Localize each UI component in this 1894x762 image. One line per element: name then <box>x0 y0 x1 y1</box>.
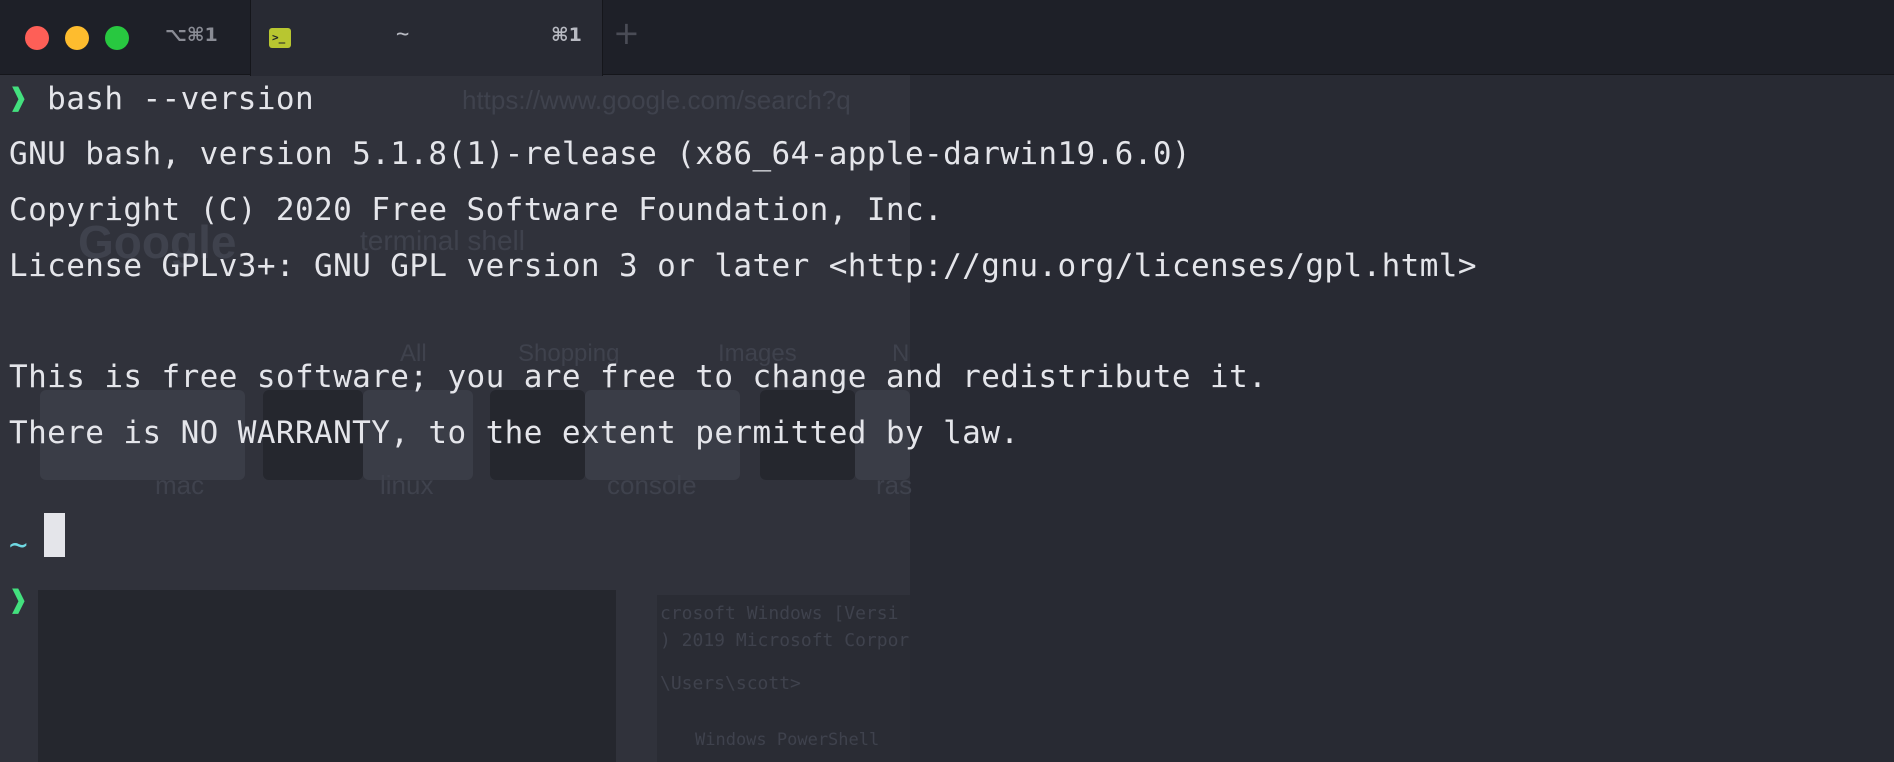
background-image-text-3: \Users\scott> <box>660 673 801 694</box>
background-image-1 <box>38 590 616 762</box>
command-text: bash --version <box>47 81 315 117</box>
zoom-window-button[interactable] <box>105 26 129 50</box>
output-line: GNU bash, version 5.1.8(1)-release (x86_… <box>9 136 1191 172</box>
background-url: https://www.google.com/search?q <box>462 85 851 115</box>
tab-shortcut-label: ⌘1 <box>551 24 582 46</box>
background-chip-console: console <box>607 470 697 500</box>
background-chip-mac: mac <box>155 470 205 500</box>
background-chip-linux: linux <box>380 470 434 500</box>
prompt-icon: ❱ <box>9 81 29 117</box>
background-image-text-1: crosoft Windows [Versi <box>660 603 899 624</box>
title-bar: ⌥⌘1 >_ ~ ⌘1 + <box>0 0 1894 76</box>
output-line: There is NO WARRANTY, to the extent perm… <box>9 415 1020 451</box>
text-cursor <box>44 513 65 557</box>
cwd-label: ~ <box>9 527 29 563</box>
background-image-text-4: Windows PowerShell <box>695 730 880 750</box>
output-line: Copyright (C) 2020 Free Software Foundat… <box>9 192 944 228</box>
output-line: License GPLv3+: GNU GPL version 3 or lat… <box>9 248 1477 284</box>
prompt-line: ❱ <box>9 580 28 622</box>
command-line: ❱ bash --version <box>9 78 314 120</box>
background-image-text-2: ) 2019 Microsoft Corpor <box>660 630 910 651</box>
prompt-icon: ❱ <box>9 583 29 619</box>
output-line: This is free software; you are free to c… <box>9 359 1268 395</box>
tab-home[interactable]: >_ ~ ⌘1 <box>250 0 603 76</box>
new-tab-button[interactable]: + <box>613 14 640 52</box>
terminal-icon: >_ <box>269 28 291 48</box>
tab-title: ~ <box>396 22 410 47</box>
close-window-button[interactable] <box>25 26 49 50</box>
minimize-window-button[interactable] <box>65 26 89 50</box>
window-shortcut-label: ⌥⌘1 <box>165 24 218 46</box>
background-chip-ras: ras <box>876 470 913 500</box>
terminal-window: https://www.google.com/search?q Google t… <box>0 0 1894 762</box>
